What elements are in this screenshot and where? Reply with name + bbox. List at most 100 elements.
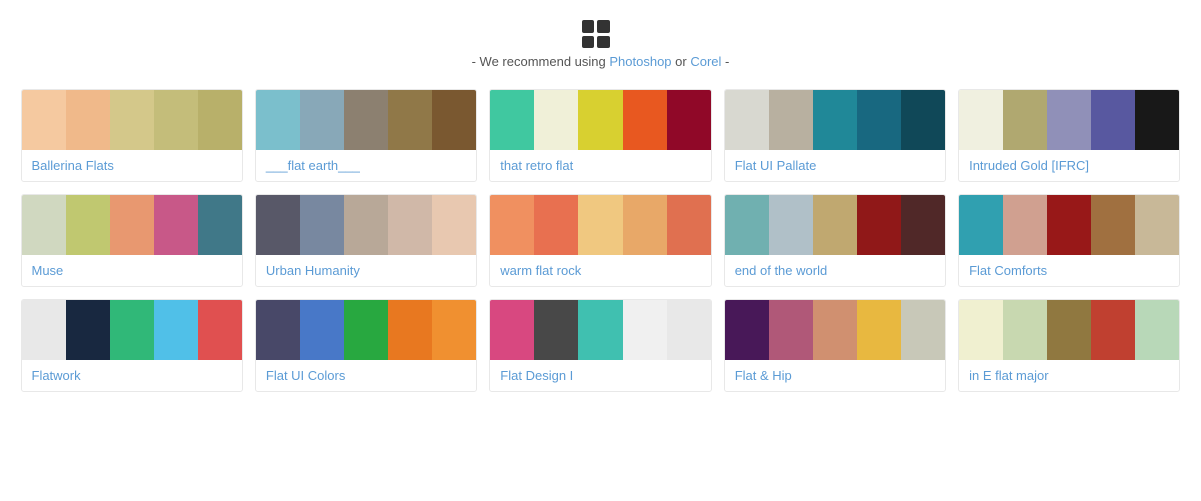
color-swatch [959,90,1003,150]
color-swatch [490,300,534,360]
color-swatch [344,300,388,360]
color-swatch [534,300,578,360]
color-swatch [432,195,476,255]
palette-card[interactable]: Ballerina Flats [21,89,243,182]
color-swatch [623,300,667,360]
palette-card[interactable]: ___flat earth___ [255,89,477,182]
palette-swatches [22,195,242,255]
palette-swatches [490,195,710,255]
palette-swatches [725,195,945,255]
palette-name[interactable]: Muse [22,255,242,286]
palette-card[interactable]: Flat UI Colors [255,299,477,392]
color-swatch [490,90,534,150]
color-swatch [154,90,198,150]
color-swatch [256,90,300,150]
palette-name[interactable]: Intruded Gold [IFRC] [959,150,1179,181]
corel-link[interactable]: Corel [690,54,721,69]
color-swatch [534,90,578,150]
color-swatch [769,195,813,255]
color-swatch [769,300,813,360]
palette-card[interactable]: Flatwork [21,299,243,392]
palette-card[interactable]: end of the world [724,194,946,287]
color-swatch [1047,300,1091,360]
color-swatch [1091,300,1135,360]
color-swatch [1135,195,1179,255]
palette-name[interactable]: Flat Comforts [959,255,1179,286]
color-swatch [623,195,667,255]
palette-swatches [22,90,242,150]
palette-swatches [959,195,1179,255]
color-swatch [857,300,901,360]
color-swatch [344,90,388,150]
color-swatch [578,90,622,150]
palette-swatches [256,195,476,255]
palette-name[interactable]: Ballerina Flats [22,150,242,181]
color-swatch [256,300,300,360]
palette-swatches [490,90,710,150]
palette-name[interactable]: Flat UI Pallate [725,150,945,181]
palette-name[interactable]: Flatwork [22,360,242,391]
palette-name[interactable]: warm flat rock [490,255,710,286]
palette-name[interactable]: end of the world [725,255,945,286]
color-swatch [959,300,1003,360]
color-swatch [154,300,198,360]
color-swatch [110,90,154,150]
color-swatch [813,195,857,255]
palette-name[interactable]: Urban Humanity [256,255,476,286]
palette-name[interactable]: ___flat earth___ [256,150,476,181]
palette-swatches [22,300,242,360]
palette-card[interactable]: that retro flat [489,89,711,182]
color-swatch [725,90,769,150]
palette-card[interactable]: Flat & Hip [724,299,946,392]
palette-grid: Ballerina Flats ___flat earth___ that retr… [21,89,1181,392]
color-swatch [198,195,242,255]
color-swatch [22,300,66,360]
palette-name[interactable]: that retro flat [490,150,710,181]
color-swatch [432,90,476,150]
color-swatch [256,195,300,255]
recommendation-text: - We recommend using Photoshop or Corel … [20,54,1181,69]
palette-swatches [725,300,945,360]
subtitle: - We recommend using Photoshop or Corel … [20,54,1181,69]
color-swatch [901,195,945,255]
color-swatch [959,195,1003,255]
palette-card[interactable]: Flat UI Pallate [724,89,946,182]
color-swatch [22,195,66,255]
palette-card[interactable]: Muse [21,194,243,287]
color-swatch [490,195,534,255]
color-swatch [66,195,110,255]
palette-name[interactable]: Flat UI Colors [256,360,476,391]
color-swatch [432,300,476,360]
color-swatch [300,300,344,360]
color-swatch [1003,195,1047,255]
color-swatch [1047,90,1091,150]
color-swatch [725,300,769,360]
photoshop-link[interactable]: Photoshop [609,54,671,69]
color-swatch [578,300,622,360]
color-swatch [813,90,857,150]
color-swatch [667,90,711,150]
palette-swatches [256,90,476,150]
color-swatch [22,90,66,150]
palette-card[interactable]: in E flat major [958,299,1180,392]
color-swatch [578,195,622,255]
color-swatch [901,300,945,360]
color-swatch [1135,90,1179,150]
palette-name[interactable]: in E flat major [959,360,1179,391]
color-swatch [725,195,769,255]
color-swatch [534,195,578,255]
color-swatch [1003,300,1047,360]
palette-card[interactable]: Flat Design I [489,299,711,392]
color-swatch [1091,90,1135,150]
color-swatch [388,300,432,360]
palette-card[interactable]: warm flat rock [489,194,711,287]
palette-swatches [959,300,1179,360]
palette-card[interactable]: Intruded Gold [IFRC] [958,89,1180,182]
color-swatch [1135,300,1179,360]
color-swatch [300,90,344,150]
palette-name[interactable]: Flat & Hip [725,360,945,391]
palette-card[interactable]: Flat Comforts [958,194,1180,287]
palette-card[interactable]: Urban Humanity [255,194,477,287]
palette-swatches [490,300,710,360]
palette-name[interactable]: Flat Design I [490,360,710,391]
